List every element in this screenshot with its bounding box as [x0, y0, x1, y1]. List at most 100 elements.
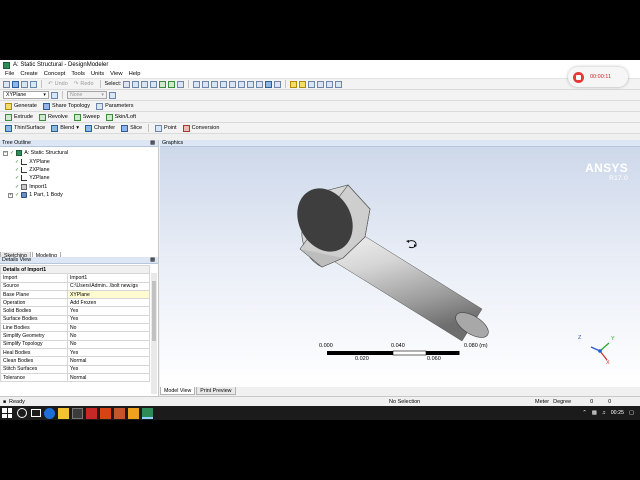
select-points-icon[interactable] — [141, 80, 149, 88]
table-row[interactable]: Source C:\Users\Admin...\bolt new.igs — [0, 281, 150, 291]
collapse-icon[interactable]: − — [3, 150, 8, 156]
redo-button[interactable]: ↷ Redo — [72, 80, 96, 89]
table-row[interactable]: Import Import1 — [0, 273, 150, 283]
ruler-icon[interactable] — [326, 80, 334, 88]
property-value[interactable]: No — [67, 323, 150, 333]
new-icon[interactable] — [3, 80, 10, 88]
box-zoom-icon[interactable] — [220, 80, 228, 88]
tree-item-zxplane[interactable]: ✓ ZXPlane — [3, 166, 155, 174]
point-button[interactable]: Point — [153, 124, 179, 133]
generate-button[interactable]: Generate — [3, 102, 39, 111]
save-icon[interactable] — [12, 80, 19, 88]
file-explorer-icon[interactable] — [58, 407, 69, 419]
table-row[interactable]: Simplify Topology No — [0, 339, 150, 349]
new-plane-icon[interactable] — [51, 91, 58, 99]
property-value[interactable]: No — [67, 331, 150, 341]
table-row[interactable]: Surface Bodies Yes — [0, 314, 150, 325]
windows-start-icon[interactable] — [2, 408, 12, 418]
scrollbar-thumb[interactable] — [152, 281, 156, 341]
network-icon[interactable]: ▩ — [592, 410, 597, 416]
property-value[interactable]: C:\Users\Admin...\bolt new.igs — [67, 281, 150, 291]
menu-file[interactable]: File — [4, 71, 15, 77]
menu-create[interactable]: Create — [19, 71, 38, 77]
designmodeler-icon[interactable] — [142, 407, 153, 419]
menu-units[interactable]: Units — [90, 71, 105, 77]
task-view-icon[interactable] — [31, 409, 41, 417]
menu-help[interactable]: Help — [128, 71, 142, 77]
screen-recorder[interactable]: 00:00:11 — [568, 67, 628, 87]
select-edges-icon[interactable] — [150, 80, 158, 88]
acrobat-icon[interactable] — [86, 407, 97, 419]
thin-surface-button[interactable]: Thin/Surface — [3, 124, 47, 133]
tree-item-yzplane[interactable]: ✓ YZPlane — [3, 174, 155, 182]
display-model-icon[interactable] — [290, 80, 298, 88]
share-topology-button[interactable]: Share Topology — [41, 102, 92, 111]
skin-loft-button[interactable]: Skin/Loft — [104, 113, 138, 122]
tree-item-root[interactable]: − ✓ A: Static Structural — [3, 149, 155, 157]
property-value[interactable]: Import1 — [67, 273, 150, 283]
workbench-icon[interactable] — [128, 407, 139, 419]
select-filter-icon[interactable] — [132, 80, 140, 88]
table-row[interactable]: Stitch Surfaces Yes — [0, 364, 150, 374]
extend-select-icon[interactable] — [177, 80, 185, 88]
store-icon[interactable] — [72, 407, 83, 419]
rotate-icon[interactable] — [193, 80, 201, 88]
chamfer-button[interactable]: Chamfer — [83, 124, 117, 133]
menu-concept[interactable]: Concept — [43, 71, 67, 77]
property-value[interactable]: Yes — [67, 314, 150, 325]
sweep-button[interactable]: Sweep — [72, 113, 102, 122]
bolt-model[interactable] — [160, 147, 640, 387]
powerpoint-icon[interactable] — [114, 407, 125, 419]
blend-button[interactable]: Blend ▾ — [49, 124, 81, 133]
table-row[interactable]: Heal Bodies Yes — [0, 347, 150, 358]
tab-print-preview[interactable]: Print Preview — [196, 387, 236, 395]
pin-icon[interactable]: ▩ — [150, 257, 155, 263]
details-scrollbar[interactable] — [151, 273, 157, 394]
chevron-up-icon[interactable]: ⌃ — [582, 410, 586, 416]
table-row[interactable]: Clean Bodies Normal — [0, 356, 150, 366]
select-mode-icon[interactable] — [123, 80, 131, 88]
tree-item-import1[interactable]: ✓ Import1 — [3, 183, 155, 191]
stop-record-icon[interactable] — [573, 71, 584, 83]
menu-tools[interactable]: Tools — [70, 71, 86, 77]
notifications-icon[interactable]: ▢ — [629, 410, 634, 416]
sketch-select[interactable]: None ▾ — [67, 91, 107, 99]
plane-select[interactable]: XYPlane ▾ — [3, 91, 49, 99]
table-row[interactable]: Solid Bodies Yes — [0, 306, 150, 316]
conversion-button[interactable]: Conversion — [181, 124, 222, 133]
iso-view-icon[interactable] — [265, 80, 273, 88]
table-row[interactable]: Simplify Geometry No — [0, 331, 150, 341]
search-icon[interactable] — [17, 407, 28, 419]
previous-view-icon[interactable] — [247, 80, 255, 88]
triad-icon[interactable] — [335, 80, 343, 88]
zoom-fit-icon[interactable] — [229, 80, 237, 88]
clock[interactable]: 00:25 — [611, 410, 624, 416]
pan-icon[interactable] — [202, 80, 210, 88]
show-points-icon[interactable] — [317, 80, 325, 88]
tree-item-xyplane[interactable]: ✓ XYPlane — [3, 157, 155, 165]
table-row[interactable]: Base Plane XYPlane — [0, 289, 150, 300]
revolve-button[interactable]: Revolve — [37, 113, 70, 122]
select-bodies-icon[interactable] — [168, 80, 176, 88]
tree-item-parts[interactable]: + ✓ 1 Part, 1 Body — [3, 191, 155, 199]
property-value[interactable]: Yes — [67, 347, 150, 358]
tab-model-view[interactable]: Model View — [160, 387, 196, 395]
media-icon[interactable] — [100, 407, 111, 419]
screenshot-icon[interactable] — [30, 80, 37, 88]
table-row[interactable]: Line Bodies No — [0, 323, 150, 333]
property-value[interactable]: XYPlane — [67, 289, 150, 300]
expand-icon[interactable]: + — [8, 192, 13, 198]
property-value[interactable]: Add Frozen — [67, 298, 150, 308]
graphics-viewport[interactable]: ANSYS R17.0 0.000 0.040 0.080 (m) 0.020 … — [160, 147, 640, 387]
parameters-button[interactable]: Parameters — [94, 102, 135, 111]
pin-icon[interactable]: ▩ — [150, 140, 155, 146]
menu-view[interactable]: View — [109, 71, 123, 77]
magnifier-icon[interactable] — [238, 80, 246, 88]
property-value[interactable]: Yes — [67, 364, 150, 374]
property-value[interactable]: Normal — [67, 356, 150, 366]
export-icon[interactable] — [21, 80, 28, 88]
extrude-button[interactable]: Extrude — [3, 113, 35, 122]
volume-icon[interactable]: ♫ — [602, 410, 606, 416]
next-view-icon[interactable] — [256, 80, 264, 88]
display-edges-icon[interactable] — [299, 80, 307, 88]
